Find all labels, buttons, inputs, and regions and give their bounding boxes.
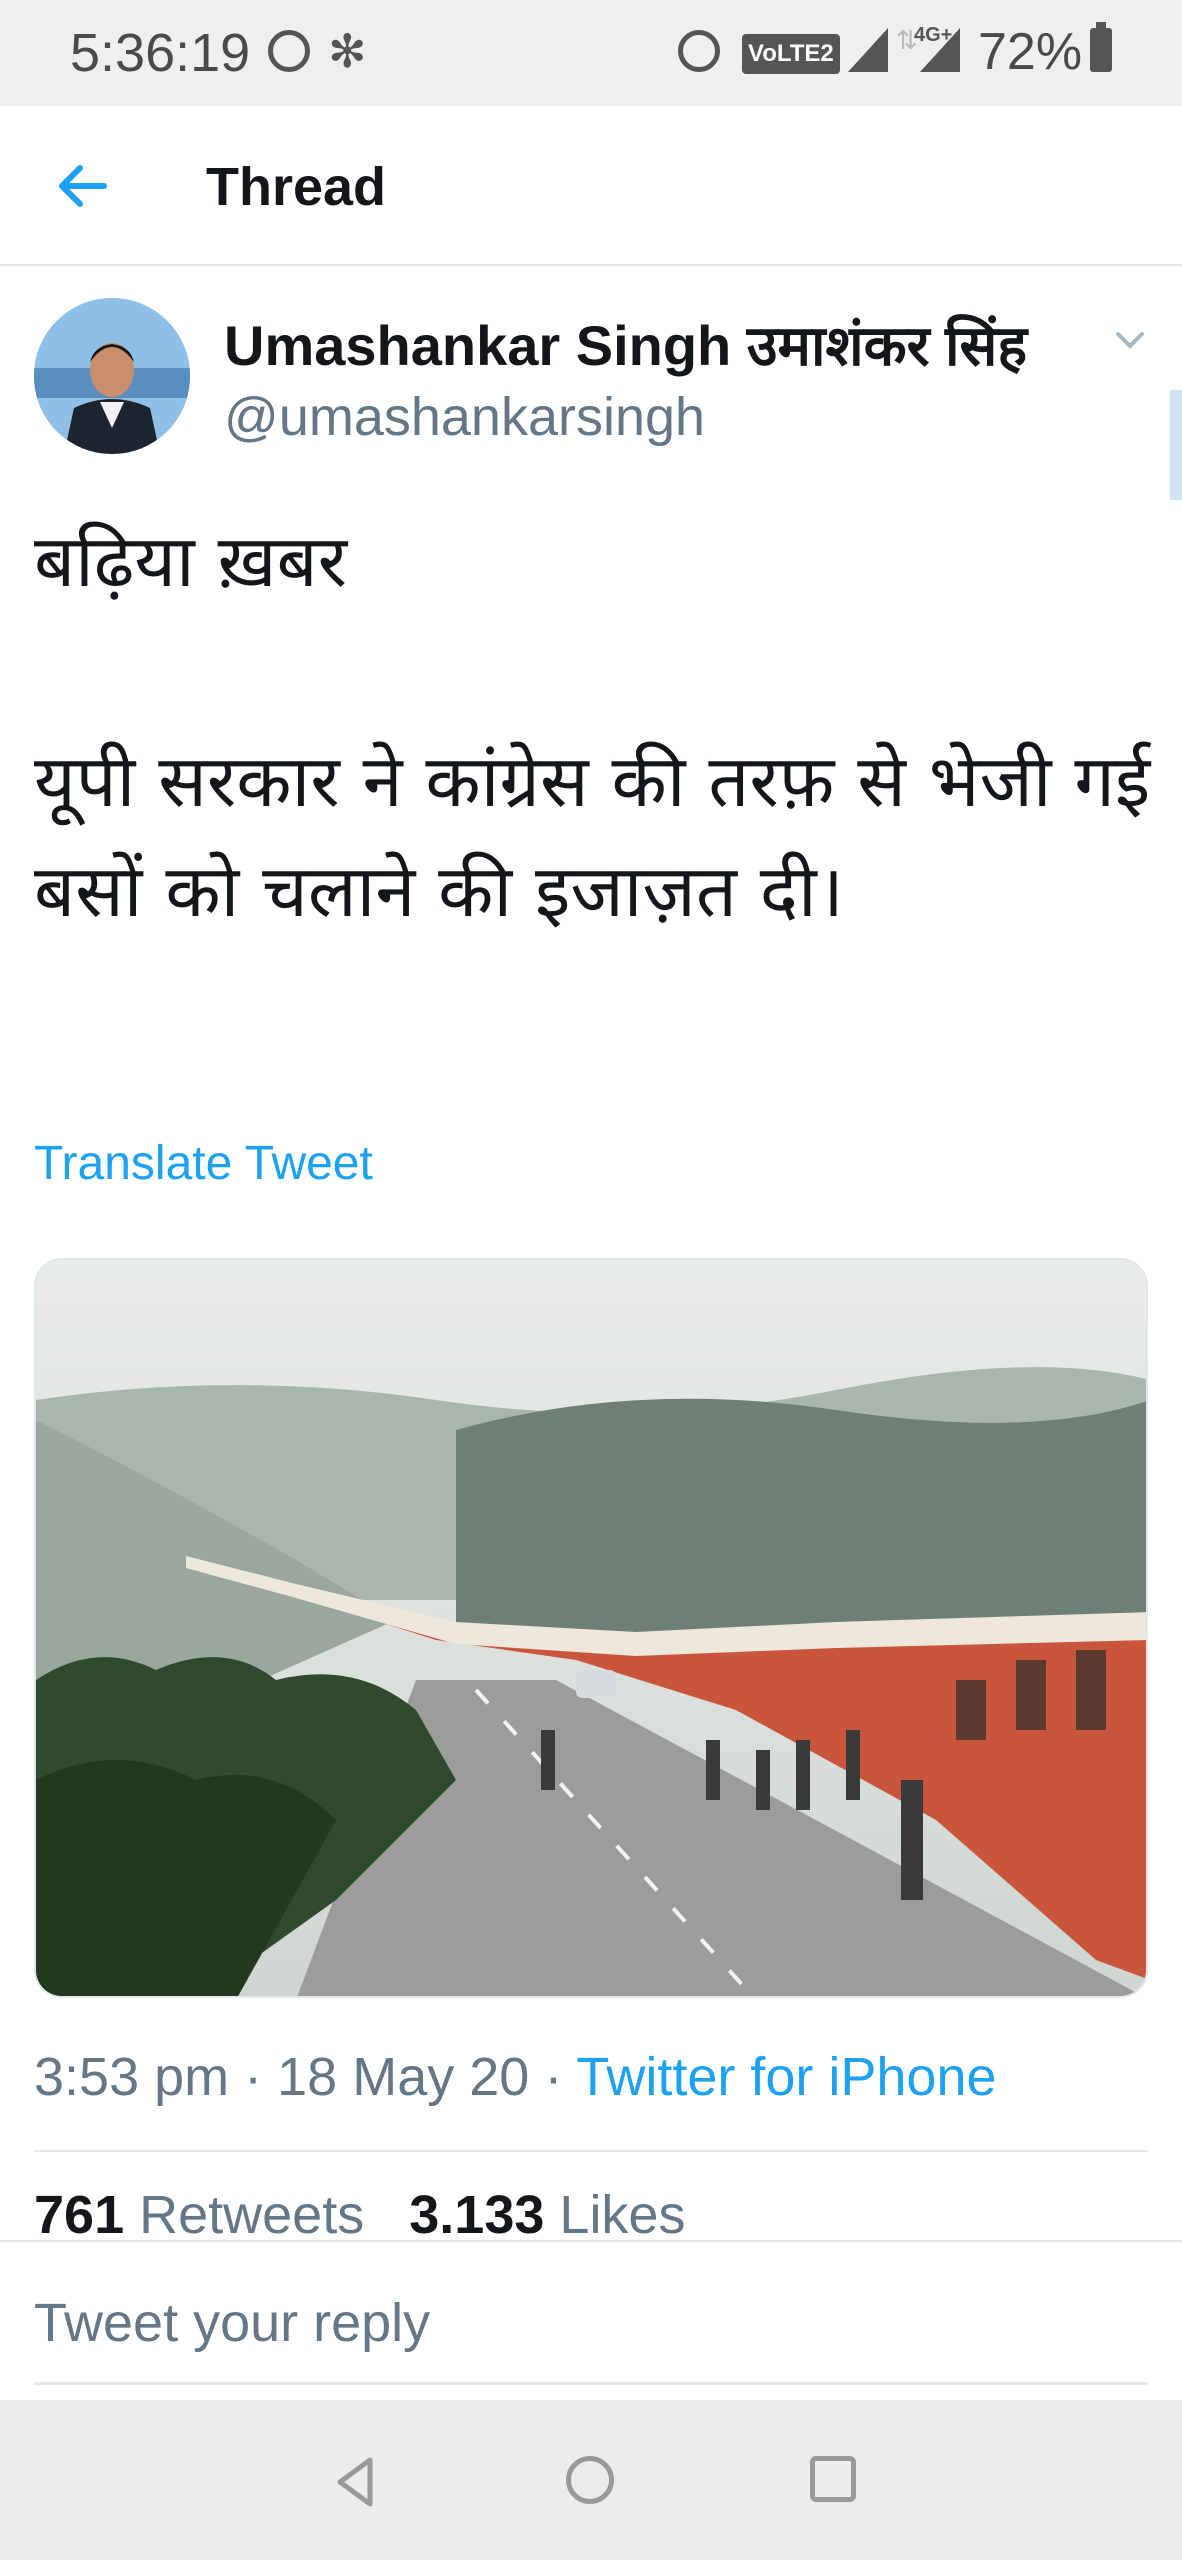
back-arrow-icon[interactable] [52, 156, 112, 216]
volte-badge: VoLTE2 [742, 34, 840, 74]
nav-recents-icon[interactable] [810, 2456, 856, 2502]
translate-tweet-link[interactable]: Translate Tweet [34, 1136, 373, 1191]
likes-count: 3.133 [409, 2185, 545, 2245]
nav-home-icon[interactable] [566, 2456, 614, 2504]
battery-percent: 72% [978, 23, 1083, 81]
status-time: 5:36:19 [70, 23, 251, 83]
likes-stat[interactable]: 3.133 Likes [409, 2185, 685, 2245]
retweets-label: Retweets [139, 2185, 365, 2245]
page-title: Thread [206, 157, 387, 217]
meta-separator: · [544, 2047, 577, 2107]
system-nav-bar [0, 2400, 1182, 2560]
divider [34, 2150, 1148, 2152]
author-name[interactable]: Umashankar Singh उमाशंकर सिंह [224, 306, 1027, 382]
whatsapp-icon [268, 30, 310, 72]
tweet-photo[interactable] [34, 1258, 1148, 1998]
meta-separator: · [244, 2047, 278, 2107]
tweet-stats: 761 Retweets 3.133 Likes [34, 2184, 685, 2246]
tweet-date: 18 May 20 [277, 2047, 530, 2107]
retweets-count: 761 [34, 2185, 125, 2245]
tweet-meta: 3:53 pm · 18 May 20 · Twitter for iPhone [34, 2046, 997, 2108]
avatar[interactable] [34, 298, 190, 454]
thread-header: Thread [0, 106, 1182, 266]
battery-icon [1090, 22, 1112, 72]
scroll-indicator [1170, 390, 1182, 500]
tweet-text: बढ़िया ख़बर यूपी सरकार ने कांग्रेस की तर… [34, 519, 1151, 933]
alarm-icon [678, 30, 720, 72]
tweet-time: 3:53 pm [34, 2047, 230, 2107]
signal-icon [848, 28, 888, 72]
reply-underline [34, 2382, 1148, 2385]
tweet-source-link[interactable]: Twitter for iPhone [576, 2047, 996, 2107]
status-bar: 5:36:19 ✻ VoLTE2 ⇅ 4G+ 72% [0, 0, 1182, 106]
reply-input[interactable]: Tweet your reply [34, 2292, 430, 2354]
retweets-stat[interactable]: 761 Retweets [34, 2185, 364, 2245]
signal-icon-2 [920, 28, 960, 72]
likes-label: Likes [559, 2185, 686, 2245]
reply-bar: Tweet your reply [0, 2240, 1182, 2402]
slack-icon: ✻ [328, 25, 367, 77]
author-handle[interactable]: @umashankarsingh [224, 386, 705, 448]
nav-back-icon[interactable] [326, 2452, 386, 2512]
chevron-down-icon[interactable] [1110, 320, 1150, 360]
